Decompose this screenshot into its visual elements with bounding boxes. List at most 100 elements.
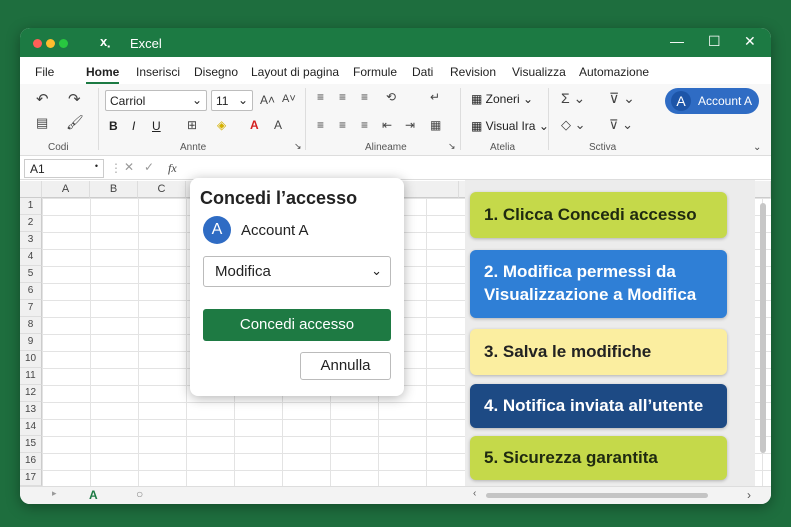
scroll-right-icon[interactable]: › [747, 488, 751, 502]
tab-draw[interactable]: Disegno [194, 65, 238, 79]
row-header[interactable]: 1 [20, 198, 42, 215]
italic-icon[interactable]: I [132, 119, 135, 133]
col-header[interactable]: C [138, 181, 186, 198]
sort-filter-icon[interactable]: ⊽ ⌄ [609, 117, 633, 133]
autosum-icon[interactable]: Σ ⌄ [561, 90, 585, 107]
decrease-font-icon[interactable]: A˅ [282, 93, 296, 105]
zoom-dot[interactable] [59, 39, 68, 48]
minimize-dot[interactable] [46, 39, 55, 48]
confirm-icon[interactable]: ✓ [144, 160, 154, 174]
font-color-icon[interactable]: A [250, 118, 259, 132]
merge-icon[interactable]: ▦ [430, 118, 441, 132]
row-header[interactable]: 6 [20, 283, 42, 300]
font-size-select[interactable]: 11 ⌄ [211, 90, 253, 111]
row-header[interactable]: 9 [20, 334, 42, 351]
font-name-select[interactable]: Carriol ⌄ [105, 90, 207, 111]
format-painter-icon[interactable]: 🖌 [66, 114, 84, 131]
ribbon-divider [548, 88, 549, 150]
redo-icon[interactable]: ↷ [68, 90, 81, 108]
group-label-styles: Atelia [490, 142, 516, 153]
filter-icon[interactable]: ⊽ ⌄ [609, 90, 635, 107]
undo-icon[interactable]: ↶ [36, 90, 49, 108]
row-header[interactable]: 11 [20, 368, 42, 385]
orientation-icon[interactable]: ⟲ [386, 90, 396, 104]
conditional-format-button[interactable]: ▦ Zoneri ⌄ [471, 92, 533, 106]
tab-data[interactable]: Dati [412, 65, 433, 79]
clear-icon[interactable]: ◇ ⌄ [561, 117, 586, 133]
account-label: Account A [698, 94, 753, 108]
tab-formulas[interactable]: Formule [353, 65, 397, 79]
align-top-icon[interactable]: ≡ [317, 90, 324, 104]
ribbon: ↶ ↷ ▤ 🖌 Codi Carriol ⌄ 11 ⌄ A˄ A˅ B I U … [20, 84, 771, 156]
tab-home[interactable]: Home [86, 65, 120, 84]
grant-access-button[interactable]: Concedi accesso [203, 309, 391, 341]
col-header[interactable]: B [90, 181, 138, 198]
window-title: Excel [130, 36, 162, 51]
align-right-icon[interactable]: ≡ [361, 118, 368, 132]
row-header[interactable]: 16 [20, 453, 42, 470]
permission-select[interactable]: Modifica ⌄ [203, 256, 391, 287]
cancel-icon[interactable]: ✕ [124, 160, 134, 174]
row-header[interactable]: 7 [20, 300, 42, 317]
sheet-tab[interactable]: A [89, 488, 98, 502]
fill-color-icon[interactable]: ◈ [217, 118, 226, 132]
function-icon[interactable]: fx [168, 161, 177, 176]
vertical-scrollbar[interactable] [760, 203, 766, 453]
account-button[interactable]: A Account A [665, 88, 759, 114]
align-center-icon[interactable]: ≡ [339, 118, 346, 132]
ribbon-divider [460, 88, 461, 150]
close-button[interactable]: ✕ [744, 33, 756, 50]
dropdown-icon: • [94, 161, 98, 171]
dialog-launcher-icon[interactable]: ↘ [448, 141, 456, 152]
row-header[interactable]: 5 [20, 266, 42, 283]
tab-review[interactable]: Revision [450, 65, 496, 79]
row-header[interactable]: 3 [20, 232, 42, 249]
horizontal-scrollbar[interactable] [486, 493, 708, 498]
add-sheet-icon[interactable]: ○ [136, 487, 143, 501]
increase-font-icon[interactable]: A˄ [260, 93, 275, 107]
borders-icon[interactable]: ⊞ [187, 118, 197, 132]
increase-indent-icon[interactable]: ⇥ [405, 118, 415, 132]
row-header[interactable]: 14 [20, 419, 42, 436]
name-box[interactable]: A1 • [24, 159, 104, 178]
bold-icon[interactable]: B [109, 119, 118, 133]
wrap-text-icon[interactable]: ↵ [430, 90, 440, 104]
row-header[interactable]: 8 [20, 317, 42, 334]
row-header[interactable]: 13 [20, 402, 42, 419]
format-table-button[interactable]: ▦ Visual Ira ⌄ [471, 119, 549, 133]
row-header[interactable]: 10 [20, 351, 42, 368]
collapse-ribbon-icon[interactable]: ⌄ [753, 142, 761, 153]
minimize-button[interactable]: — [670, 33, 684, 49]
dialog-launcher-icon[interactable]: ↘ [294, 141, 302, 152]
tab-insert[interactable]: Inserisci [136, 65, 180, 79]
table-icon: ▦ [471, 92, 486, 106]
corner-cell[interactable] [20, 181, 42, 198]
align-bottom-icon[interactable]: ≡ [361, 90, 368, 104]
col-header[interactable]: A [42, 181, 90, 198]
row-header[interactable]: 4 [20, 249, 42, 266]
text-size-icon[interactable]: A [274, 118, 282, 132]
cancel-button[interactable]: Annulla [300, 352, 391, 380]
row-header[interactable]: 15 [20, 436, 42, 453]
align-middle-icon[interactable]: ≡ [339, 90, 346, 104]
row-header[interactable]: 2 [20, 215, 42, 232]
tab-page-layout[interactable]: Layout di pagina [251, 65, 339, 79]
excel-window: x▪ Excel — ☐ ✕ File Home Inserisci Diseg… [20, 28, 771, 504]
zoneri-label: Zoneri [485, 92, 520, 106]
decrease-indent-icon[interactable]: ⇤ [382, 118, 392, 132]
align-left-icon[interactable]: ≡ [317, 118, 324, 132]
close-dot[interactable] [33, 39, 42, 48]
prev-sheet-icon[interactable]: ▸ [52, 488, 57, 499]
underline-icon[interactable]: U [152, 119, 161, 133]
maximize-button[interactable]: ☐ [708, 33, 721, 50]
row-header[interactable]: 12 [20, 385, 42, 402]
paste-icon[interactable]: ▤ [36, 115, 48, 131]
permission-value: Modifica [215, 263, 271, 280]
step-card: 1. Clicca Concedi accesso [470, 192, 727, 238]
tab-automate[interactable]: Automazione [579, 65, 649, 79]
more-icon: ⋮ [110, 161, 122, 175]
tab-view[interactable]: Visualizza [512, 65, 566, 79]
scroll-left-icon[interactable]: ‹ [473, 488, 476, 499]
tab-file[interactable]: File [35, 65, 54, 79]
row-header[interactable]: 17 [20, 470, 42, 486]
